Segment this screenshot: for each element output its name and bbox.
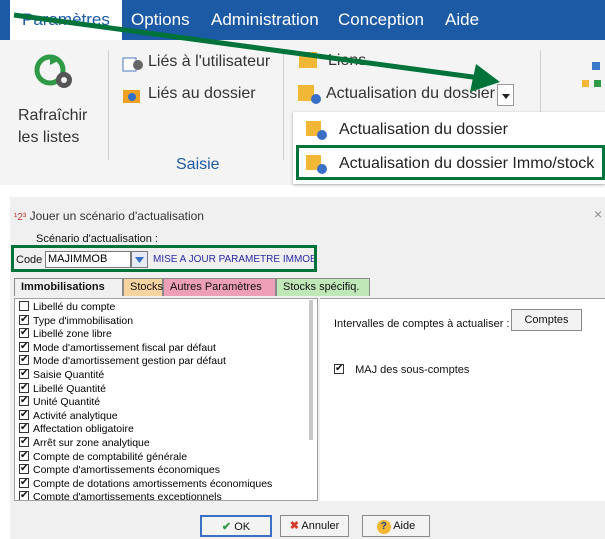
list-item-checkbox[interactable] [19, 353, 29, 366]
highlight-box-immo-stock [296, 145, 605, 180]
list-item-checkbox[interactable] [19, 408, 29, 421]
list-item[interactable]: Compte de dotations amortissements écono… [19, 476, 273, 491]
list-item[interactable]: Compte d'amortissements exceptionnels [19, 489, 222, 501]
list-item[interactable]: Libellé du compte [19, 301, 115, 314]
list-item[interactable]: Unité Quantité [19, 394, 101, 409]
list-item-checkbox[interactable] [19, 326, 29, 339]
list-item[interactable]: Compte de comptabilité générale [19, 449, 188, 464]
scenario-label: Scénario d'actualisation : [36, 233, 158, 245]
aide-label: Aide [393, 520, 416, 532]
list-item-checkbox[interactable] [19, 340, 29, 353]
maj-sous-comptes-label: MAJ des sous-comptes [355, 364, 470, 376]
refresh-label-line2: les listes [18, 129, 80, 146]
list-item-label: Compte de dotations amortissements écono… [33, 477, 273, 490]
list-item[interactable]: Libellé Quantité [19, 381, 106, 396]
group-label-saisie: Saisie [176, 156, 220, 173]
close-icon[interactable]: × [594, 206, 602, 222]
list-item-checkbox[interactable] [19, 462, 29, 475]
list-item-checkbox[interactable] [19, 394, 29, 407]
highlight-box-code [11, 245, 317, 272]
list-item-checkbox[interactable] [19, 301, 29, 311]
list-item-checkbox[interactable] [19, 421, 29, 434]
list-item-label: Libellé Quantité [33, 382, 106, 395]
cancel-icon: ✖ [289, 520, 299, 532]
list-item-label: Libellé zone libre [33, 328, 112, 341]
intervals-label: Intervalles de comptes à actualiser : [334, 318, 510, 330]
list-item-label: Compte d'amortissements économiques [33, 464, 221, 477]
ok-button[interactable]: ✔ OK [200, 515, 272, 537]
list-scrollbar[interactable] [309, 300, 313, 440]
list-item-label: Unité Quantité [33, 396, 101, 409]
list-item-checkbox[interactable] [19, 476, 29, 489]
dialog-title: ¹2³ Jouer un scénario d'actualisation [14, 209, 204, 223]
update-folder-icon [305, 120, 329, 142]
list-item-label: Activité analytique [33, 409, 118, 422]
help-icon: ? [376, 520, 391, 534]
list-item-label: Type d'immobilisation [33, 314, 134, 327]
ok-label: OK [234, 521, 251, 533]
list-item-checkbox[interactable] [19, 381, 29, 394]
dialog-title-text: Jouer un scénario d'actualisation [29, 209, 204, 223]
list-item[interactable]: Saisie Quantité [19, 367, 105, 382]
list-item-checkbox[interactable] [19, 489, 29, 500]
tab-immobilisations[interactable]: Immobilisations [14, 278, 123, 296]
dialog-title-icon: ¹2³ [14, 212, 27, 223]
list-item-label: Compte de comptabilité générale [33, 450, 188, 463]
tab-autres-parametres[interactable]: Autres Paramètres [163, 278, 276, 296]
check-icon: ✔ [221, 521, 232, 533]
list-item[interactable]: Mode d'amortissement fiscal par défaut [19, 340, 216, 355]
annotation-arrow [13, 12, 500, 92]
annuler-label: Annuler [301, 520, 340, 532]
tab-stocks-specifiques[interactable]: Stocks spécifiq. [276, 278, 370, 296]
list-item-checkbox[interactable] [19, 435, 29, 448]
list-item-checkbox[interactable] [19, 449, 29, 462]
menu-item-label: Actualisation du dossier [339, 121, 508, 138]
list-item-checkbox[interactable] [19, 367, 29, 380]
list-item-label: Saisie Quantité [33, 369, 105, 381]
list-item-label: Affectation obligatoire [33, 423, 134, 436]
tab-stocks[interactable]: Stocks [123, 278, 163, 296]
list-item[interactable]: Mode d'amortissement gestion par défaut [19, 353, 226, 368]
maj-sous-comptes[interactable]: MAJ des sous-comptes [334, 362, 470, 376]
list-item-label: Mode d'amortissement fiscal par défaut [33, 341, 216, 354]
list-item[interactable]: Compte d'amortissements économiques [19, 462, 221, 477]
comptes-button[interactable]: Comptes [511, 309, 582, 331]
list-item[interactable]: Libellé zone libre [19, 326, 112, 341]
aide-button[interactable]: ? Aide [362, 515, 430, 537]
list-item[interactable]: Arrêt sur zone analytique [19, 435, 150, 450]
list-item-label: Libellé du compte [33, 301, 116, 313]
annuler-button[interactable]: ✖ Annuler [280, 515, 349, 537]
maj-sous-comptes-checkbox[interactable] [334, 362, 344, 375]
list-item[interactable]: Type d'immobilisation [19, 313, 134, 328]
list-item[interactable]: Activité analytique [19, 408, 118, 423]
list-item-label: Arrêt sur zone analytique [33, 437, 150, 449]
list-item-checkbox[interactable] [19, 313, 29, 326]
list-item-label: Compte d'amortissements exceptionnels [33, 491, 222, 501]
field-checklist: Libellé du compteType d'immobilisationLi… [14, 298, 318, 501]
list-item[interactable]: Affectation obligatoire [19, 421, 134, 436]
list-item-label: Mode d'amortissement gestion par défaut [33, 355, 226, 368]
